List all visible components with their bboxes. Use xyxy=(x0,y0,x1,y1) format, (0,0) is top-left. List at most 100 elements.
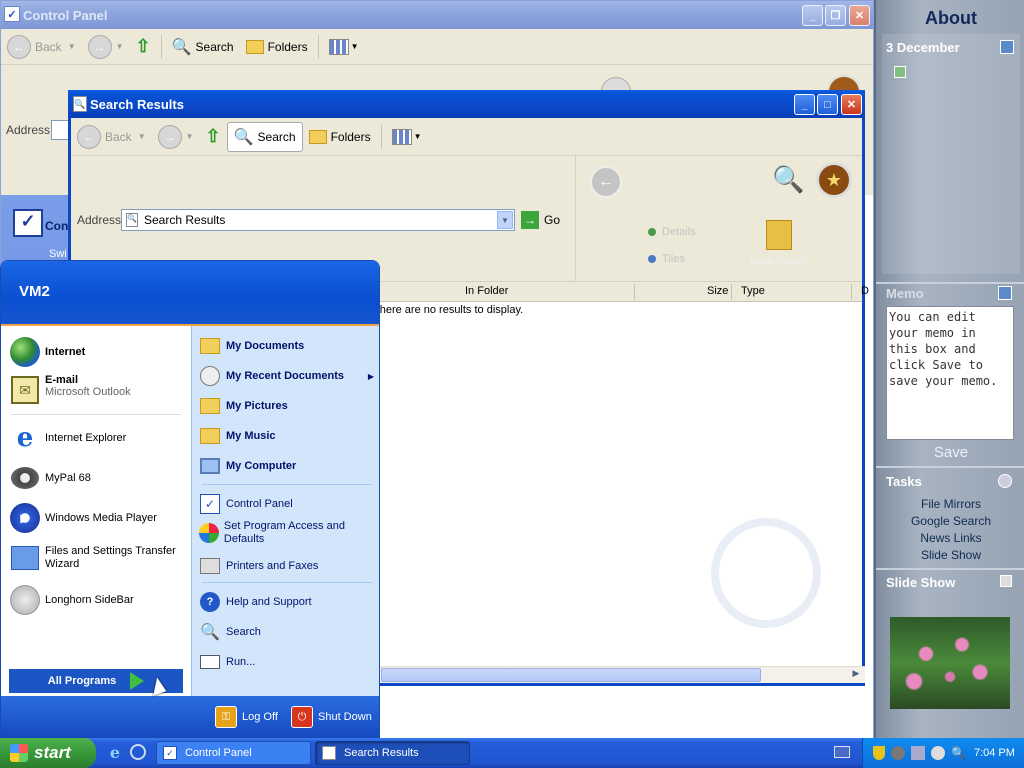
slideshow-icon[interactable] xyxy=(1000,575,1012,587)
search-icon: 🔍 xyxy=(233,128,254,146)
go-button[interactable]: → Go xyxy=(521,211,560,229)
menu-item-search[interactable]: 🔍 Search xyxy=(198,620,261,644)
security-shield-icon[interactable] xyxy=(873,746,885,760)
views-button[interactable]: ▼ xyxy=(386,122,428,152)
quick-launch-show-desktop-icon[interactable] xyxy=(130,744,146,760)
menu-item-control-panel[interactable]: ✓ Control Panel xyxy=(198,492,293,516)
menu-item-help-support[interactable]: ? Help and Support xyxy=(198,590,312,614)
slideshow-image[interactable] xyxy=(890,617,1010,709)
shut-down-button[interactable]: ⏻ Shut Down xyxy=(291,706,372,728)
column-size[interactable]: Size xyxy=(707,285,728,297)
search-tray-icon[interactable]: 🔍 xyxy=(951,746,966,760)
keyboard-icon[interactable] xyxy=(834,746,850,758)
task-file-mirrors[interactable]: File Mirrors xyxy=(886,497,1016,511)
new-folder-icon xyxy=(766,220,792,250)
search-results-window-icon: 🔍 xyxy=(73,96,87,112)
column-divider[interactable] xyxy=(634,284,635,300)
back-button[interactable]: ← Back ▼ xyxy=(1,32,82,62)
back-arrow-icon: ← xyxy=(7,34,31,59)
raccoon-tray-icon[interactable] xyxy=(891,746,905,760)
up-button[interactable]: ⇧ xyxy=(130,32,157,62)
up-button[interactable]: ⇧ xyxy=(200,122,227,152)
close-button[interactable]: ✕ xyxy=(849,5,870,26)
menu-item-my-music[interactable]: My Music xyxy=(198,424,276,448)
taskbar-button-control-panel[interactable]: ✓ Control Panel xyxy=(156,741,311,765)
control-panel-nav-label[interactable]: Con xyxy=(45,219,68,233)
column-in-folder[interactable]: In Folder xyxy=(465,285,508,297)
minimize-button[interactable]: _ xyxy=(802,5,823,26)
address-dropdown-button[interactable]: ▼ xyxy=(497,211,513,229)
sidebar-tray-icon[interactable] xyxy=(931,746,945,760)
folders-button[interactable]: Folders xyxy=(240,32,314,62)
tasks-icon[interactable] xyxy=(998,474,1012,488)
log-off-button[interactable]: ⚿ Log Off xyxy=(215,706,278,728)
close-button[interactable]: ✕ xyxy=(841,94,862,115)
menu-item-run[interactable]: Run... xyxy=(198,650,255,674)
menu-item-transfer-wizard[interactable]: Files and Settings Transfer Wizard xyxy=(9,542,189,574)
folders-button[interactable]: Folders xyxy=(303,122,377,152)
new-folder-button[interactable]: New folder xyxy=(750,256,806,268)
memo-save-button[interactable]: Save xyxy=(876,444,1024,461)
menu-item-my-recent-documents[interactable]: My Recent Documents ▶ xyxy=(198,364,374,388)
back-button[interactable]: ← Back ▼ xyxy=(71,122,152,152)
magnifier-icon[interactable]: 🔍 xyxy=(772,164,804,195)
search-button[interactable]: 🔍 Search xyxy=(166,32,240,62)
scrollbar-thumb[interactable] xyxy=(381,668,761,682)
address-field[interactable]: 🔍 Search Results ▼ xyxy=(121,209,515,231)
views-icon xyxy=(328,38,349,55)
memo-textarea[interactable]: You can edit your memo in this box and c… xyxy=(886,306,1014,440)
green-arrow-icon xyxy=(130,672,145,690)
forward-button[interactable]: → ▼ xyxy=(82,32,130,62)
switch-view-link[interactable]: Swi xyxy=(49,248,67,260)
column-divider[interactable] xyxy=(851,284,852,300)
tiles-view-option[interactable]: Tiles xyxy=(648,253,685,265)
menu-item-set-program-access[interactable]: Set Program Access and Defaults xyxy=(198,520,374,546)
start-button[interactable]: start xyxy=(0,738,96,768)
scroll-right-arrow-icon[interactable]: ▶ xyxy=(849,668,863,682)
media-player-icon: ▶ xyxy=(9,502,41,534)
forward-button[interactable]: → ▼ xyxy=(152,122,200,152)
favorites-star-icon[interactable]: ★ xyxy=(816,162,852,198)
menu-item-mypal[interactable]: MyPal 68 xyxy=(9,462,91,494)
column-date[interactable]: D xyxy=(861,285,869,297)
back-icon[interactable]: ← xyxy=(590,166,622,198)
menu-item-printers-faxes[interactable]: Printers and Faxes xyxy=(198,554,318,578)
menu-item-email[interactable]: ✉ E-mail Microsoft Outlook xyxy=(9,374,131,406)
task-news-links[interactable]: News Links xyxy=(886,531,1016,545)
task-google-search[interactable]: Google Search xyxy=(886,514,1016,528)
column-type[interactable]: Type xyxy=(741,285,765,297)
menu-item-my-computer[interactable]: My Computer xyxy=(198,454,296,478)
menu-item-media-player[interactable]: ▶ Windows Media Player xyxy=(9,502,157,534)
maximize-button[interactable]: □ xyxy=(817,94,838,115)
date-label: 3 December xyxy=(886,40,960,55)
quick-launch-ie-icon[interactable]: e xyxy=(106,744,124,762)
address-field[interactable] xyxy=(51,120,69,140)
memo-icon[interactable] xyxy=(998,286,1012,300)
about-settings-icon[interactable] xyxy=(1000,40,1014,54)
views-icon xyxy=(391,128,412,145)
minimize-button[interactable]: _ xyxy=(794,94,815,115)
task-slide-show[interactable]: Slide Show xyxy=(886,548,1016,562)
menu-item-my-pictures[interactable]: My Pictures xyxy=(198,394,288,418)
window-title: Control Panel xyxy=(23,7,108,23)
menu-item-longhorn-sidebar[interactable]: Longhorn SideBar xyxy=(9,584,134,616)
search-results-titlebar[interactable]: 🔍 Search Results _ □ ✕ xyxy=(68,90,865,118)
control-panel-titlebar[interactable]: ✓ Control Panel _ ❐ ✕ xyxy=(1,1,873,29)
details-view-option[interactable]: Details xyxy=(648,226,696,238)
views-button[interactable]: ▼ xyxy=(323,32,365,62)
restore-button[interactable]: ❐ xyxy=(825,5,846,26)
tasks-title: Tasks xyxy=(886,474,922,489)
control-panel-nav-icon: ✓ xyxy=(13,209,43,237)
help-icon: ? xyxy=(198,590,222,614)
taskbar-button-search-results[interactable]: Search Results xyxy=(315,741,470,765)
column-divider[interactable] xyxy=(731,284,732,300)
horizontal-scrollbar[interactable]: ▶ xyxy=(371,666,865,683)
network-tray-icon[interactable] xyxy=(911,746,925,760)
menu-item-internet-explorer[interactable]: e Internet Explorer xyxy=(9,422,127,454)
recent-documents-icon xyxy=(198,364,222,388)
menu-item-my-documents[interactable]: My Documents xyxy=(198,334,304,358)
menu-item-internet[interactable]: Internet xyxy=(9,336,85,368)
search-button[interactable]: 🔍 Search xyxy=(226,121,303,152)
clock[interactable]: 7:04 PM xyxy=(974,747,1015,759)
menu-divider xyxy=(202,582,372,583)
